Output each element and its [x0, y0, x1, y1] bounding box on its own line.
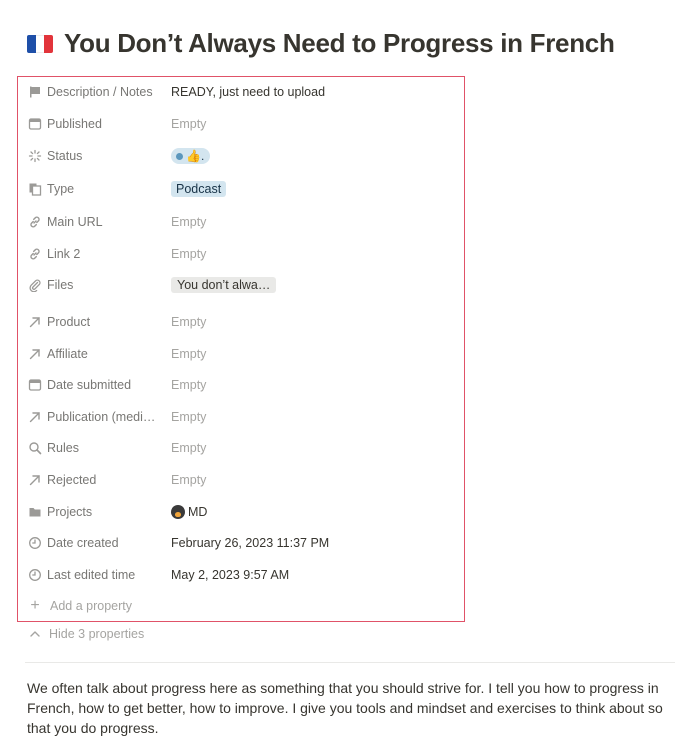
property-label: Projects [47, 505, 93, 519]
property-value[interactable]: You don’t alwa… [171, 277, 277, 293]
property-label: Date submitted [47, 378, 132, 392]
property-row-date-submitted[interactable]: Date submitted Empty [18, 373, 466, 397]
type-icon [28, 182, 42, 196]
relation-arrow-icon [28, 410, 42, 424]
property-label: Rules [47, 441, 79, 455]
add-property-label: Add a property [50, 599, 132, 613]
property-value[interactable]: MD [171, 505, 207, 519]
project-link[interactable]: MD [188, 505, 207, 519]
property-value[interactable]: Empty [171, 247, 206, 261]
notes-flag-icon [28, 85, 42, 99]
property-label: Main URL [47, 215, 103, 229]
property-row-type[interactable]: Type Podcast [18, 177, 466, 201]
paperclip-icon [28, 278, 42, 292]
calendar-icon [28, 378, 42, 392]
status-text: 👍. [186, 149, 205, 163]
search-icon [28, 441, 42, 455]
add-property-button[interactable]: + Add a property [28, 597, 132, 614]
property-label: Affiliate [47, 347, 88, 361]
folder-icon [28, 505, 42, 519]
property-row-affiliate[interactable]: Affiliate Empty [18, 342, 466, 366]
property-row-last-edited[interactable]: Last edited time May 2, 2023 9:57 AM [18, 563, 466, 587]
properties-panel: Description / Notes READY, just need to … [17, 76, 465, 622]
property-value[interactable]: Empty [171, 215, 206, 229]
type-tag[interactable]: Podcast [171, 181, 227, 197]
property-row-files[interactable]: Files You don’t alwa… [18, 273, 466, 297]
status-icon [28, 149, 42, 163]
file-chip[interactable]: You don’t alwa… [171, 277, 277, 293]
status-badge[interactable]: 👍. [171, 148, 211, 164]
property-label: Link 2 [47, 247, 81, 261]
property-label: Status [47, 149, 83, 163]
page-title-row: You Don’t Always Need to Progress in Fre… [27, 28, 615, 59]
property-row-projects[interactable]: Projects MD [18, 500, 466, 524]
property-value[interactable]: Empty [171, 378, 206, 392]
plus-icon: + [30, 597, 40, 614]
link-icon [28, 215, 42, 229]
property-row-published[interactable]: Published Empty [18, 112, 466, 136]
property-value[interactable]: Empty [171, 410, 206, 424]
property-label: Type [47, 182, 75, 196]
status-dot [176, 152, 183, 160]
clock-icon [28, 568, 42, 582]
property-row-rejected[interactable]: Rejected Empty [18, 468, 466, 492]
property-value[interactable]: Empty [171, 347, 206, 361]
hide-properties-button[interactable]: Hide 3 properties [29, 627, 144, 641]
chevron-up-icon [30, 631, 40, 637]
property-value[interactable]: Empty [171, 441, 206, 455]
french-flag-icon [27, 34, 53, 53]
property-row-status[interactable]: Status 👍. [18, 144, 466, 168]
property-row-product[interactable]: Product Empty [18, 310, 466, 334]
property-value[interactable]: Empty [171, 117, 206, 131]
property-row-date-created[interactable]: Date created February 26, 2023 11:37 PM [18, 531, 466, 555]
page-body-paragraph[interactable]: We often talk about progress here as som… [27, 678, 677, 738]
property-label: Publication (medi… [47, 410, 156, 424]
property-label: Files [47, 278, 74, 292]
property-value[interactable]: 👍. [171, 148, 211, 164]
calendar-icon [28, 117, 42, 131]
property-row-rules[interactable]: Rules Empty [18, 436, 466, 460]
property-label: Product [47, 315, 91, 329]
property-row-link-2[interactable]: Link 2 Empty [18, 242, 466, 266]
property-label: Last edited time [47, 568, 136, 582]
property-label: Description / Notes [47, 85, 153, 99]
property-row-description[interactable]: Description / Notes READY, just need to … [18, 80, 466, 104]
property-label: Published [47, 117, 102, 131]
relation-arrow-icon [28, 473, 42, 487]
project-avatar [171, 505, 185, 519]
relation-arrow-icon [28, 315, 42, 329]
link-icon [28, 247, 42, 261]
property-value[interactable]: Empty [171, 473, 206, 487]
property-value[interactable]: Empty [171, 315, 206, 329]
clock-icon [28, 536, 42, 550]
property-row-main-url[interactable]: Main URL Empty [18, 210, 466, 234]
property-label: Date created [47, 536, 119, 550]
divider [25, 662, 675, 663]
property-label: Rejected [47, 473, 97, 487]
property-value: February 26, 2023 11:37 PM [171, 536, 330, 550]
property-value[interactable]: READY, just need to upload [171, 85, 325, 99]
page-title[interactable]: You Don’t Always Need to Progress in Fre… [64, 28, 615, 59]
property-value[interactable]: Podcast [171, 181, 227, 197]
relation-arrow-icon [28, 347, 42, 361]
property-value: May 2, 2023 9:57 AM [171, 568, 290, 582]
hide-properties-label: Hide 3 properties [49, 627, 145, 641]
property-row-publication[interactable]: Publication (medi… Empty [18, 405, 466, 429]
